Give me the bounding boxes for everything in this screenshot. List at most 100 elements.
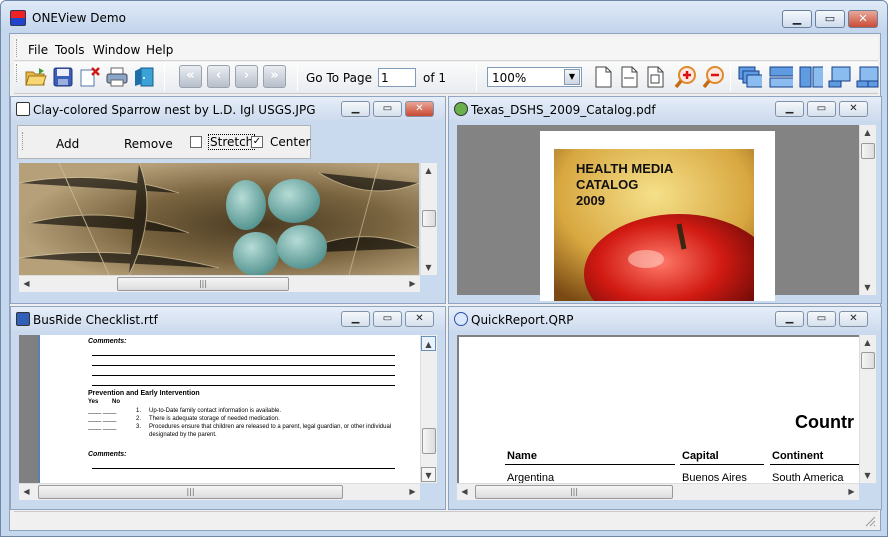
report-horizontal-scrollbar[interactable]: ◀ ||| ▶ — [457, 483, 859, 500]
report-viewport: Countr Name Capital Continent Argentina … — [457, 335, 859, 483]
maximize-button[interactable]: ▭ — [815, 10, 845, 28]
zoom-out-icon[interactable] — [702, 65, 726, 89]
report-maximize-button[interactable]: ▭ — [807, 311, 836, 327]
image-file-icon — [16, 102, 30, 116]
scroll-left-icon[interactable]: ◀ — [19, 276, 34, 291]
stretch-checkbox[interactable] — [190, 136, 202, 148]
image-maximize-button[interactable]: ▭ — [373, 101, 402, 117]
close-button[interactable]: ✕ — [848, 10, 878, 28]
scroll-right-icon[interactable]: ▶ — [405, 484, 420, 499]
report-minimize-button[interactable]: ▁ — [775, 311, 804, 327]
menu-help[interactable]: Help — [146, 43, 173, 57]
last-page-button[interactable]: » — [263, 65, 286, 88]
add-button[interactable]: Add — [56, 137, 79, 151]
pdf-minimize-button[interactable]: ▁ — [775, 101, 804, 117]
scroll-up-icon[interactable]: ▲ — [421, 163, 436, 178]
pdf-vertical-scrollbar[interactable]: ▲ ▼ — [859, 125, 876, 295]
rtf-minimize-button[interactable]: ▁ — [341, 311, 370, 327]
print-icon[interactable] — [105, 65, 129, 89]
goto-page-label: Go To Page — [306, 71, 372, 85]
image-options-bar: Add Remove Stretch ✓ Center — [17, 125, 311, 159]
center-label: Center — [270, 135, 311, 149]
scroll-up-icon[interactable]: ▲ — [860, 335, 875, 350]
minimize-all-icon[interactable] — [828, 65, 852, 89]
rtf-window-title-bar[interactable]: BusRide Checklist.rtf ▁ ▭ ✕ — [11, 307, 445, 331]
report-vscroll-thumb[interactable] — [861, 352, 875, 369]
rtf-margin — [19, 335, 40, 483]
menu-bar: File Tools Window Help — [14, 37, 878, 61]
tile-horizontal-icon[interactable] — [769, 65, 793, 89]
image-close-button[interactable]: ✕ — [405, 101, 434, 117]
report-hscroll-thumb[interactable]: ||| — [475, 485, 673, 499]
report-window: QuickReport.QRP ▁ ▭ ✕ Countr Name Capita… — [448, 306, 882, 510]
scroll-down-icon[interactable]: ▼ — [860, 468, 875, 483]
zoom-select[interactable]: 100% ▼ — [487, 67, 582, 87]
fit-page-icon[interactable] — [591, 65, 615, 89]
save-icon[interactable] — [51, 65, 75, 89]
minimize-button[interactable]: ▁ — [782, 10, 812, 28]
actual-size-icon[interactable] — [643, 65, 667, 89]
scroll-down-icon[interactable]: ▼ — [421, 260, 436, 275]
checklist-item: ____ ____ 3. Procedures ensure that childr… — [88, 424, 392, 438]
rtf-horizontal-scrollbar[interactable]: ◀ ||| ▶ — [19, 483, 420, 500]
remove-button[interactable]: Remove — [124, 137, 173, 151]
image-hscroll-thumb[interactable]: ||| — [117, 277, 289, 291]
previous-page-button[interactable]: ‹ — [207, 65, 230, 88]
menu-window[interactable]: Window — [93, 43, 140, 57]
rtf-hscroll-thumb[interactable]: ||| — [38, 485, 343, 499]
report-window-title-bar[interactable]: QuickReport.QRP ▁ ▭ ✕ — [449, 307, 881, 331]
pdf-vscroll-thumb[interactable] — [861, 143, 875, 159]
page-count-label: of 1 — [423, 71, 447, 85]
pdf-maximize-button[interactable]: ▭ — [807, 101, 836, 117]
pdf-close-button[interactable]: ✕ — [839, 101, 868, 117]
scroll-up-icon[interactable]: ▲ — [860, 125, 875, 140]
report-heading: Countr — [795, 412, 854, 432]
scroll-left-icon[interactable]: ◀ — [457, 484, 472, 499]
pdf-window: Texas_DSHS_2009_Catalog.pdf ▁ ▭ ✕ HEALTH… — [448, 96, 882, 304]
first-page-button[interactable]: « — [179, 65, 202, 88]
zoom-in-icon[interactable] — [674, 65, 698, 89]
fit-width-icon[interactable] — [617, 65, 641, 89]
arrange-icons-icon[interactable] — [856, 65, 880, 89]
report-close-button[interactable]: ✕ — [839, 311, 868, 327]
image-vscroll-thumb[interactable] — [422, 210, 436, 227]
center-checkbox[interactable]: ✓ — [251, 136, 263, 148]
rtf-maximize-button[interactable]: ▭ — [373, 311, 402, 327]
image-window-title-bar[interactable]: Clay-colored Sparrow nest by L.D. Igl US… — [11, 97, 445, 121]
zoom-value: 100% — [492, 71, 527, 85]
tile-vertical-icon[interactable] — [799, 65, 823, 89]
exit-icon[interactable] — [132, 65, 156, 89]
close-document-icon[interactable] — [78, 65, 102, 89]
menu-file[interactable]: File — [28, 43, 48, 57]
open-folder-icon[interactable] — [24, 65, 48, 89]
page-number-input[interactable] — [378, 68, 416, 87]
resize-grip-icon[interactable] — [864, 515, 876, 527]
rtf-vscroll-thumb[interactable] — [422, 428, 436, 454]
scroll-right-icon[interactable]: ▶ — [844, 484, 859, 499]
report-vertical-scrollbar[interactable]: ▲ ▼ — [859, 335, 876, 483]
image-bar-grip — [22, 132, 25, 150]
rtf-vertical-scrollbar[interactable]: ▲ ▼ — [420, 335, 437, 483]
scroll-right-icon[interactable]: ▶ — [405, 276, 420, 291]
image-vertical-scrollbar[interactable]: ▲ ▼ — [420, 163, 437, 275]
cell-name: Argentina — [507, 472, 555, 483]
title-bar[interactable]: ONEView Demo ▁ ▭ ✕ — [1, 1, 887, 33]
column-header-continent: Continent — [772, 450, 824, 462]
image-minimize-button[interactable]: ▁ — [341, 101, 370, 117]
checklist: ____ ____ 1. Up-to-Date family contact inf… — [88, 407, 408, 439]
pdf-window-title-bar[interactable]: Texas_DSHS_2009_Catalog.pdf ▁ ▭ ✕ — [449, 97, 881, 121]
toolbar-grip — [16, 64, 19, 82]
report-page: Countr Name Capital Continent Argentina … — [459, 337, 859, 483]
chevron-down-icon[interactable]: ▼ — [564, 69, 580, 85]
scroll-down-icon[interactable]: ▼ — [860, 280, 875, 295]
rtf-close-button[interactable]: ✕ — [405, 311, 434, 327]
scroll-up-icon[interactable]: ▲ — [421, 336, 436, 351]
cascade-windows-icon[interactable] — [738, 65, 762, 89]
pdf-viewport: HEALTH MEDIA CATALOG 2009 — [457, 125, 859, 301]
scroll-down-icon[interactable]: ▼ — [421, 467, 436, 482]
image-window: Clay-colored Sparrow nest by L.D. Igl US… — [10, 96, 446, 304]
scroll-left-icon[interactable]: ◀ — [19, 484, 34, 499]
next-page-button[interactable]: › — [235, 65, 258, 88]
image-horizontal-scrollbar[interactable]: ◀ ||| ▶ — [19, 275, 420, 292]
menu-tools[interactable]: Tools — [55, 43, 85, 57]
